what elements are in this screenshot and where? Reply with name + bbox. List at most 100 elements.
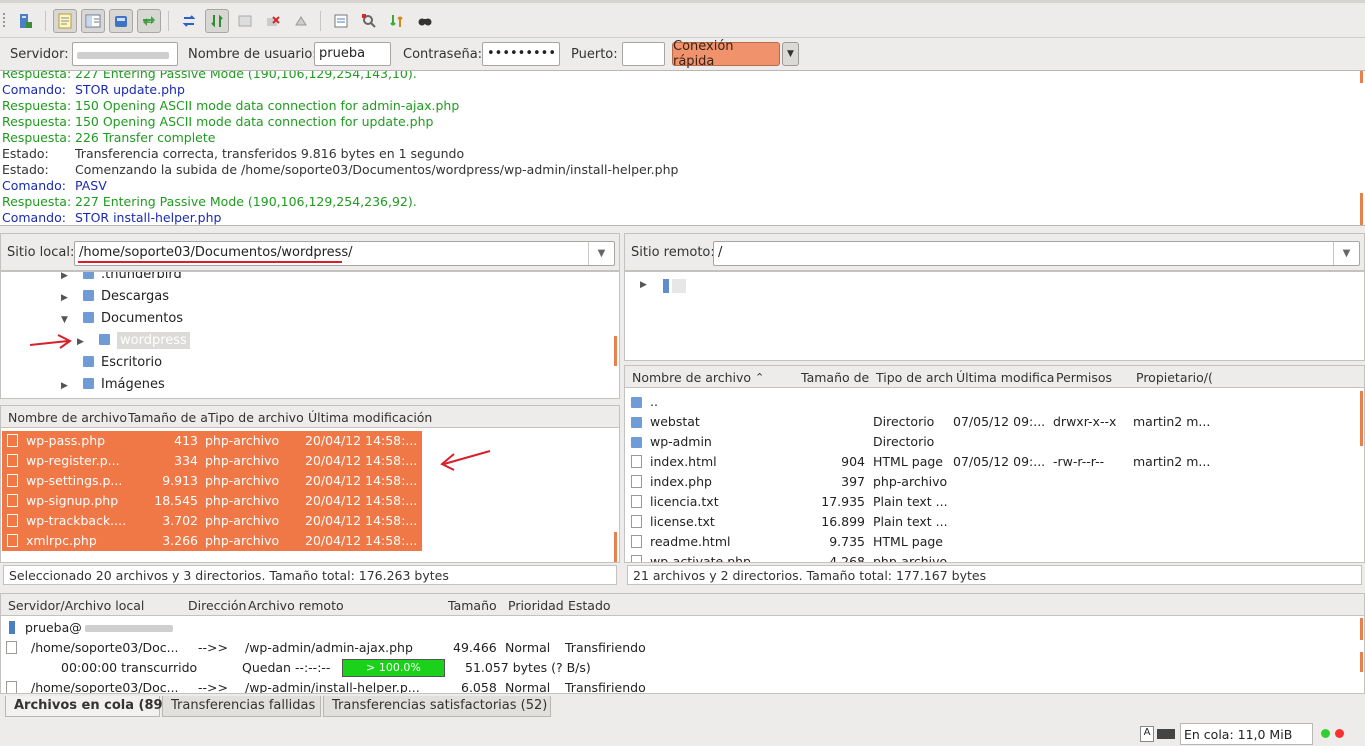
local-file-size: 9.913 [162,473,198,488]
tab-queued-files[interactable]: Archivos en cola (895) [5,696,178,717]
message-log[interactable]: Respuesta: 227 Entering Passive Mode (190… [0,70,1365,226]
toolbar-separator [168,11,169,31]
quickconnect-button[interactable]: Conexión rápida [672,39,780,69]
remote-file-row[interactable]: index.html 904 HTML page 07/05/12 09:... -rw… [625,452,1355,472]
filter-icon[interactable] [329,9,353,33]
tree-item-escritorio[interactable]: Escritorio [83,355,162,375]
remote-tree[interactable]: ▶ [624,271,1365,361]
remote-file-row[interactable]: .. [625,392,1355,412]
directory-tree-icon[interactable] [81,9,105,33]
remote-file-owner: martin2 m... [1133,414,1211,429]
queue-col-local[interactable]: Servidor/Archivo local [8,598,144,613]
local-path-dropdown-icon[interactable]: ▼ [588,242,614,265]
tab-failed-transfers[interactable]: Transferencias fallidas [162,696,321,717]
site-manager-icon[interactable] [13,9,37,33]
log-scroll-marker [1360,193,1363,225]
local-file-name: wp-trackback.... [26,513,127,528]
queue-row-priority: Normal [505,640,551,655]
local-file-header: Nombre de archivo Tamaño de a Tipo de ar… [1,406,619,428]
disconnect-icon[interactable] [261,9,285,33]
remote-file-row[interactable]: wp-admin Directorio [625,432,1355,452]
expander-icon[interactable]: ▼ [61,315,68,325]
remote-path-field[interactable]: / ▼ [713,241,1360,266]
quickconnect-dropdown-button[interactable]: ▼ [782,42,799,66]
expander-icon[interactable]: ▶ [61,272,68,281]
expander-icon[interactable]: ▶ [640,280,647,290]
log-line: Respuesta: 150 Opening ASCII mode data co… [2,114,433,130]
local-file-type: php-archivo [205,453,280,468]
compare-icon[interactable] [357,9,381,33]
server-root-icon[interactable] [661,277,689,295]
local-col-name[interactable]: Nombre de archivo [8,410,127,425]
tree-item-imgenes[interactable]: Imágenes [83,377,165,397]
local-file-row[interactable]: xmlrpc.php 3.266 php-archivo 20/04/12 14:58… [2,531,422,551]
tree-item-descargas[interactable]: Descargas [83,289,169,309]
remote-col-permissions[interactable]: Permisos [1056,370,1112,385]
remote-col-size[interactable]: Tamaño de [801,370,869,385]
sync-icon[interactable] [137,9,161,33]
queue-col-size[interactable]: Tamaño [448,598,497,613]
file-icon [6,681,17,693]
remote-file-header: Nombre de archivo ⌃ Tamaño de Tipo de ar… [625,366,1364,388]
local-col-size[interactable]: Tamaño de a [128,410,208,425]
tree-item-label: wordpress [117,332,190,349]
local-file-row[interactable]: wp-trackback.... 3.702 php-archivo 20/04/12… [2,511,422,531]
process-queue-icon[interactable] [205,9,229,33]
local-col-modified[interactable]: Última modificación [308,410,432,425]
expander-icon[interactable]: ▶ [61,293,68,303]
local-file-list[interactable]: Nombre de archivo Tamaño de a Tipo de ar… [0,405,620,563]
queue-row[interactable]: /home/soporte03/Doc... -->> /wp-admin/ad… [1,638,1364,658]
local-file-row[interactable]: wp-signup.php 18.545 php-archivo 20/04/12 1… [2,491,422,511]
remote-path-dropdown-icon[interactable]: ▼ [1333,242,1359,265]
remote-path-value: / [718,245,723,260]
remote-file-row[interactable]: webstat Directorio 07/05/12 09:... drwxr-x-… [625,412,1355,432]
remote-file-list[interactable]: Nombre de archivo ⌃ Tamaño de Tipo de ar… [624,365,1365,563]
queue-col-priority[interactable]: Prioridad [508,598,564,613]
password-field[interactable]: ••••••••• [482,42,560,66]
expander-icon[interactable]: ▶ [61,381,68,391]
user-field[interactable]: prueba [314,42,391,66]
local-tree[interactable]: ▶ .thunderbird ▶ Descargas ▼ Documentos ▶ wordp… [0,271,620,399]
queue-col-remote[interactable]: Archivo remoto [248,598,344,613]
tree-item-documentos[interactable]: Documentos [83,311,183,331]
remote-file-row[interactable]: licencia.txt 17.935 Plain text ... [625,492,1355,512]
binary-mode-icon[interactable] [1157,729,1175,739]
folder-icon [83,356,94,367]
server-field[interactable] [72,42,178,66]
transfer-queue[interactable]: Servidor/Archivo local Dirección Archivo… [0,593,1365,694]
reconnect-icon[interactable] [289,9,313,33]
remote-col-name[interactable]: Nombre de archivo [632,370,751,385]
queue-server-row[interactable]: prueba@ [1,618,1364,638]
file-icon [631,475,642,488]
tree-item-thunderbird[interactable]: .thunderbird [83,271,182,287]
remote-file-row[interactable]: wp-activate.php 4.268 php-archivo [625,552,1355,562]
remote-file-row[interactable]: readme.html 9.735 HTML page [625,532,1355,552]
queue-col-direction[interactable]: Dirección [188,598,246,613]
log-line-text: STOR update.php [75,82,185,97]
message-log-icon[interactable] [53,9,77,33]
refresh-icon[interactable] [177,9,201,33]
remote-file-row[interactable]: index.php 397 php-archivo [625,472,1355,492]
queue-col-status[interactable]: Estado [568,598,611,613]
log-line-type: Respuesta: [2,70,72,81]
expander-icon[interactable]: ▶ [77,337,84,347]
search-icon[interactable] [413,9,437,33]
local-file-row[interactable]: wp-register.p... 334 php-archivo 20/04/12 1… [2,451,422,471]
remote-col-owner[interactable]: Propietario/( [1136,370,1213,385]
queue-row[interactable]: /home/soporte03/Doc... -->> /wp-admin/in… [1,678,1364,693]
local-file-row[interactable]: wp-settings.p... 9.913 php-archivo 20/04/12… [2,471,422,491]
remote-col-type[interactable]: Tipo de arch [876,370,953,385]
tree-item-label: .thunderbird [101,271,182,282]
local-file-row[interactable]: wp-pass.php 413 php-archivo 20/04/12 14:58:… [2,431,422,451]
tree-item-wordpress[interactable]: wordpress [99,332,190,353]
sync-browse-icon[interactable] [385,9,409,33]
filter-indicator-icon[interactable]: A [1140,726,1154,742]
cancel-icon[interactable] [233,9,257,33]
tab-successful-transfers[interactable]: Transferencias satisfactorias (52) [323,696,551,717]
transfer-queue-icon[interactable] [109,9,133,33]
remote-file-type: HTML page [873,454,943,469]
remote-col-modified[interactable]: Última modifica [956,370,1054,385]
remote-file-row[interactable]: license.txt 16.899 Plain text ... [625,512,1355,532]
local-col-type[interactable]: Tipo de archivo [208,410,304,425]
port-field[interactable] [622,42,665,66]
